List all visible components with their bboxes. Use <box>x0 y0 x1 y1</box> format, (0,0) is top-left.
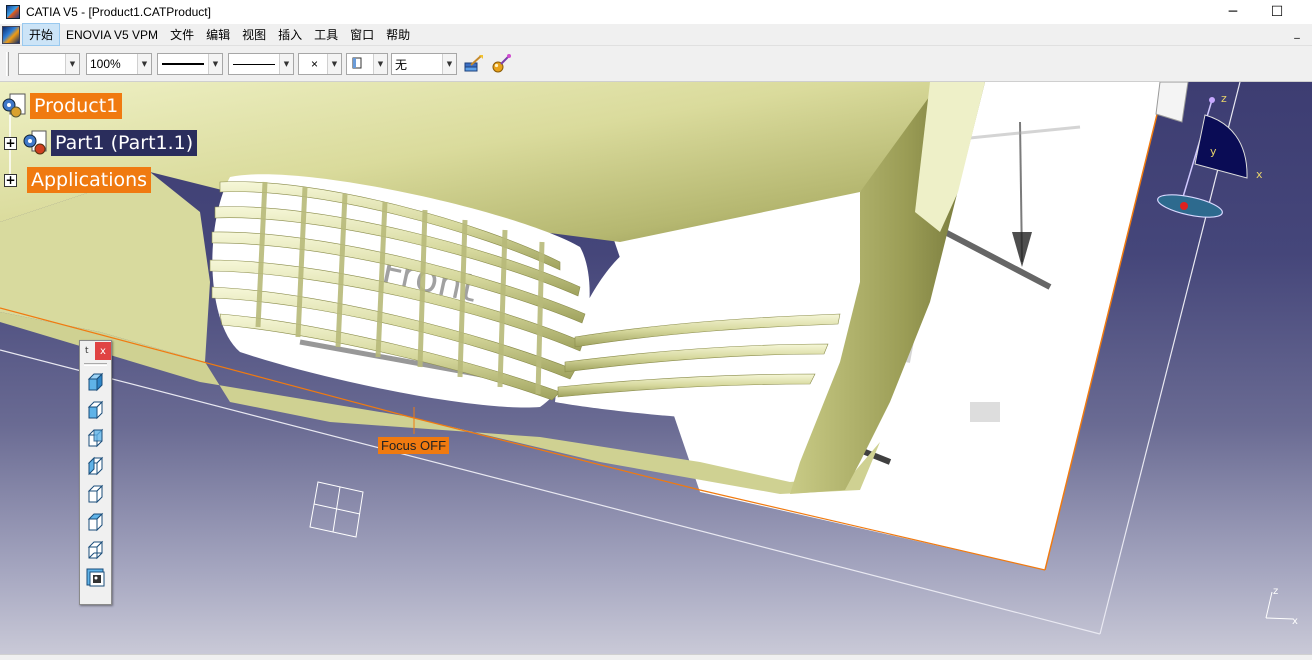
top-view-button[interactable] <box>84 510 108 534</box>
layer-combo[interactable]: 无 ▼ <box>391 53 457 75</box>
rendering-style-icon <box>347 56 373 73</box>
left-view-button[interactable] <box>84 454 108 478</box>
3d-viewport[interactable]: Front z y x z x Product1 + Part1 (Part1.… <box>0 82 1312 654</box>
expand-icon[interactable]: + <box>4 173 17 187</box>
maximize-button[interactable]: ☐ <box>1254 0 1300 24</box>
menu-bar: 开始 ENOVIA V5 VPM 文件 编辑 视图 插入 工具 窗口 帮助 _ <box>0 23 1312 46</box>
bottom-view-button[interactable] <box>84 538 108 562</box>
top-cube-icon <box>87 512 103 532</box>
back-cube-icon <box>87 428 103 448</box>
axis-grid-glyph <box>309 481 364 538</box>
tree-label-product[interactable]: Product1 <box>30 93 123 119</box>
bottom-cube-icon <box>87 540 103 560</box>
point-symbol-value: × <box>310 57 318 71</box>
product-icon <box>2 93 26 118</box>
line-thickness-combo[interactable]: ▼ <box>157 53 223 75</box>
isometric-cube-icon <box>87 372 103 392</box>
menu-tools[interactable]: 工具 <box>308 24 344 45</box>
named-views-button[interactable] <box>84 566 108 590</box>
document-control-icon[interactable] <box>2 25 20 44</box>
left-cube-icon <box>87 456 103 476</box>
chevron-down-icon[interactable]: ▼ <box>65 54 79 74</box>
tree-label-part[interactable]: Part1 (Part1.1) <box>51 130 198 156</box>
chevron-down-icon[interactable]: ▼ <box>373 54 387 74</box>
line-type-combo[interactable]: ▼ <box>228 53 294 75</box>
right-cube-icon <box>87 484 103 504</box>
graphic-properties-button[interactable] <box>490 53 512 75</box>
menu-file[interactable]: 文件 <box>164 24 200 45</box>
chevron-down-icon[interactable]: ▼ <box>327 54 341 74</box>
compass-z-label: z <box>1221 92 1227 105</box>
window-title: CATIA V5 - [Product1.CATProduct] <box>26 5 211 19</box>
menu-insert[interactable]: 插入 <box>272 24 308 45</box>
menu-window[interactable]: 窗口 <box>344 24 380 45</box>
color-combo[interactable]: ▼ <box>18 53 80 75</box>
chevron-down-icon[interactable]: ▼ <box>208 54 222 74</box>
transparency-combo-value: 100% <box>90 57 121 71</box>
tree-node-part[interactable]: + Part1 (Part1.1) <box>4 129 198 157</box>
close-icon[interactable]: x <box>95 342 111 360</box>
compass-y-label: y <box>1210 145 1217 158</box>
expand-icon[interactable]: + <box>4 136 17 150</box>
named-views-icon <box>86 568 104 587</box>
toolbar-separator <box>84 363 107 366</box>
paintbrush-icon <box>464 55 483 72</box>
isometric-view-button[interactable] <box>84 370 108 394</box>
quick-view-toolbar: t x <box>79 340 112 605</box>
chevron-down-icon[interactable]: ▼ <box>279 54 293 74</box>
menu-enovia[interactable]: ENOVIA V5 VPM <box>60 26 164 44</box>
focus-status-label: Focus OFF <box>378 437 450 454</box>
quick-view-toolbar-header[interactable]: t x <box>80 341 111 361</box>
transparency-combo[interactable]: 100% ▼ <box>86 53 152 75</box>
layer-combo-value: 无 <box>395 57 408 72</box>
magic-wand-icon <box>492 54 511 73</box>
menu-help[interactable]: 帮助 <box>380 24 416 45</box>
front-view-button[interactable] <box>84 398 108 422</box>
tree-node-product[interactable]: Product1 <box>0 92 123 120</box>
menu-start[interactable]: 开始 <box>22 23 61 46</box>
catia-window: CATIA V5 - [Product1.CATProduct] ─ ☐ 开始 … <box>0 0 1312 660</box>
part-icon <box>23 130 47 155</box>
axis-x-label: x <box>1292 616 1298 627</box>
title-bar: CATIA V5 - [Product1.CATProduct] ─ ☐ <box>0 0 1312 24</box>
quick-view-toolbar-title: t <box>85 346 89 356</box>
back-view-button[interactable] <box>84 426 108 450</box>
status-bar <box>0 654 1312 660</box>
front-cube-icon <box>87 400 103 420</box>
line-thickness-preview <box>162 63 204 65</box>
menu-view[interactable]: 视图 <box>236 24 272 45</box>
line-type-preview <box>233 63 275 65</box>
right-view-button[interactable] <box>84 482 108 506</box>
tree-label-applications[interactable]: Applications <box>27 167 152 193</box>
tree-node-applications[interactable]: + Applications <box>4 167 152 193</box>
chevron-down-icon[interactable]: ▼ <box>442 54 456 74</box>
document-minimize-button[interactable]: _ <box>1290 26 1304 42</box>
rendering-style-combo[interactable]: ▼ <box>346 53 388 75</box>
chevron-down-icon[interactable]: ▼ <box>137 54 151 74</box>
format-painter-button[interactable] <box>462 53 484 75</box>
compass-x-label: x <box>1256 168 1263 181</box>
graphic-properties-toolbar: ▼ 100% ▼ ▼ ▼ × ▼ ▼ 无 ▼ <box>0 46 1312 82</box>
3d-scene[interactable]: Front z y x z x <box>0 82 1312 654</box>
menu-edit[interactable]: 编辑 <box>200 24 236 45</box>
axis-z-label: z <box>1273 586 1278 597</box>
minimize-button[interactable]: ─ <box>1210 0 1256 24</box>
catia-app-icon[interactable] <box>6 5 20 19</box>
axis-triad: z x <box>1265 586 1298 627</box>
toolbar-grip[interactable] <box>6 52 9 76</box>
point-symbol-combo[interactable]: × ▼ <box>298 53 342 75</box>
